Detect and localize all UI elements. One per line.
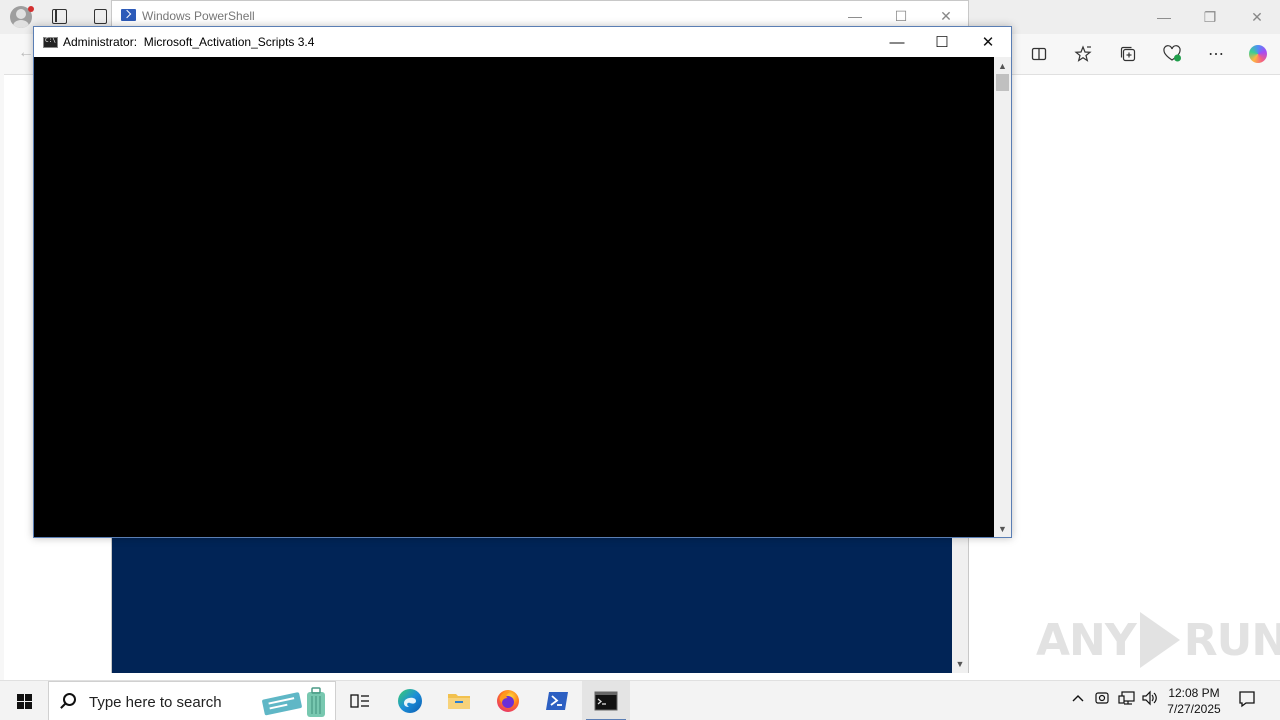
clock-date: 7/27/2025 [1167, 702, 1221, 716]
cmd-taskbar-icon [594, 691, 618, 711]
collections-icon[interactable] [1116, 42, 1140, 66]
scroll-down-arrow-icon[interactable]: ▼ [994, 520, 1011, 537]
show-hidden-icons-icon[interactable] [1070, 690, 1086, 709]
console-title: Administrator: Microsoft_Activation_Scri… [63, 35, 314, 49]
console-title-bar[interactable]: Administrator: Microsoft_Activation_Scri… [34, 27, 1011, 57]
scrollbar-thumb[interactable] [996, 74, 1009, 91]
search-highlight-travel-icon [262, 687, 325, 717]
console-scrollbar[interactable]: ▲ ▼ [994, 57, 1011, 537]
folder-icon [448, 694, 470, 709]
edge-minimize-button[interactable]: — [1141, 0, 1187, 34]
edge-icon [398, 689, 422, 713]
taskbar-edge[interactable] [386, 681, 434, 720]
console-title-prefix: Administrator: [63, 35, 138, 49]
watermark-left: ANY [1036, 614, 1137, 666]
powershell-console-area[interactable] [112, 538, 952, 673]
browser-essentials-icon[interactable] [1160, 42, 1184, 66]
tab-page-icon[interactable] [94, 9, 107, 24]
firefox-icon [497, 690, 519, 712]
tab-actions-icon[interactable] [52, 9, 67, 24]
camera-privacy-icon[interactable] [1094, 690, 1110, 709]
taskbar-search-box[interactable]: Type here to search [48, 681, 336, 720]
powershell-taskbar-icon [546, 692, 568, 710]
console-close-button[interactable]: ✕ [965, 27, 1011, 57]
taskbar: Type here to search 12:08 PM 7/27/2025 [0, 680, 1280, 720]
clock-time: 12:08 PM [1168, 686, 1220, 700]
taskbar-cmd[interactable] [582, 681, 630, 720]
play-logo-icon [1139, 612, 1180, 668]
scroll-down-arrow-icon[interactable]: ▼ [952, 656, 968, 672]
windows-logo-icon [16, 693, 32, 709]
notifications-icon[interactable] [1238, 690, 1256, 711]
taskbar-powershell[interactable] [533, 681, 581, 720]
taskbar-file-explorer[interactable] [435, 681, 483, 720]
anyrun-watermark: ANY RUN [1036, 608, 1280, 672]
start-button[interactable] [0, 681, 48, 720]
watermark-right: RUN [1183, 614, 1280, 666]
system-clock[interactable]: 12:08 PM 7/27/2025 [1162, 685, 1226, 717]
task-view-icon [350, 694, 369, 708]
console-minimize-button[interactable]: — [874, 27, 920, 57]
split-screen-icon[interactable] [1027, 42, 1051, 66]
search-placeholder: Type here to search [89, 694, 222, 711]
favorites-icon[interactable] [1071, 42, 1095, 66]
network-icon[interactable] [1118, 690, 1136, 709]
console-maximize-button[interactable]: ☐ [919, 27, 965, 57]
task-view-button[interactable] [336, 681, 384, 720]
volume-icon[interactable] [1141, 690, 1159, 709]
more-options-icon[interactable]: ⋯ [1204, 42, 1228, 66]
powershell-icon [121, 9, 136, 21]
notification-dot-icon [28, 6, 34, 12]
taskbar-firefox[interactable] [484, 681, 532, 720]
back-arrow-icon[interactable]: ← [18, 44, 34, 62]
scroll-up-arrow-icon[interactable]: ▲ [994, 57, 1011, 74]
edge-restore-button[interactable]: ❐ [1187, 0, 1233, 34]
console-output-area[interactable] [34, 57, 994, 537]
cmd-icon [43, 37, 58, 48]
copilot-icon[interactable] [1246, 42, 1270, 66]
console-title-name: Microsoft_Activation_Scripts 3.4 [143, 35, 315, 49]
console-window: Administrator: Microsoft_Activation_Scri… [33, 26, 1012, 538]
edge-close-button[interactable]: ✕ [1234, 0, 1280, 34]
search-icon [63, 693, 76, 706]
powershell-title: Windows PowerShell [142, 9, 255, 23]
